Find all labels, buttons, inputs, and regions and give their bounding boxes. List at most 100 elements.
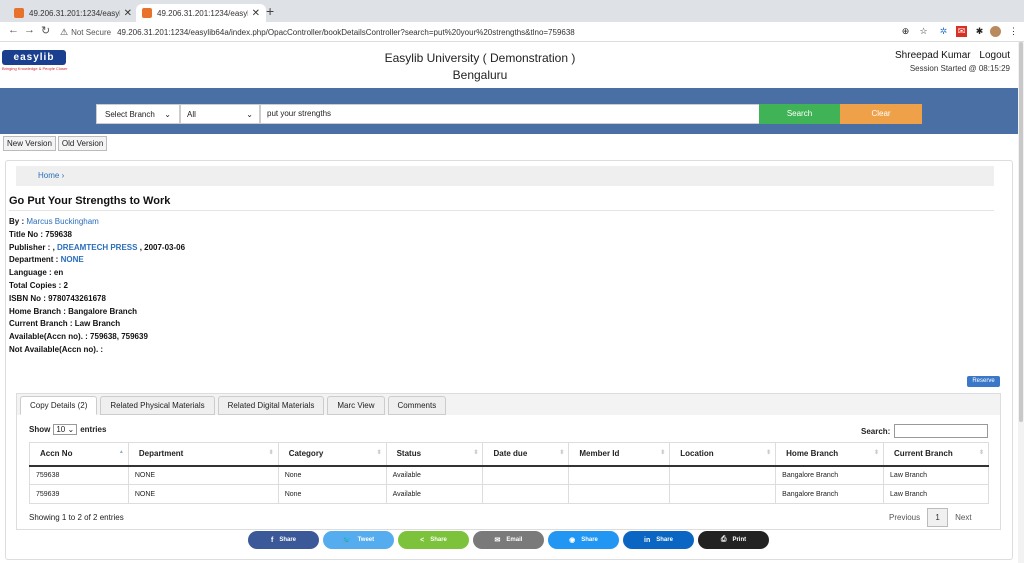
extension-gear-icon[interactable]: ✲ (938, 26, 949, 37)
cell-location (669, 465, 777, 485)
column-category[interactable]: Category (277, 442, 387, 467)
close-icon[interactable]: ✕ (124, 8, 132, 19)
cell-accn-no: 759639 (29, 484, 129, 504)
tab-comments[interactable]: Comments (387, 396, 447, 415)
page-scrollbar[interactable] (1018, 42, 1024, 563)
table-row: 759638 NONE None Available Bangalore Bra… (29, 465, 989, 485)
tab-marc-view[interactable]: Marc View (327, 396, 385, 415)
search-input[interactable]: put your strengths (260, 104, 760, 124)
entries-length: Show 10 ⌄ entries (29, 424, 106, 435)
tab-copy-details[interactable]: Copy Details (2) (20, 396, 98, 415)
column-current-branch[interactable]: Current Branch (883, 442, 989, 467)
session-started: Session Started @ 08:15:29 (909, 64, 1010, 73)
department-label: Department : (9, 255, 59, 265)
publisher-label: Publisher : (9, 242, 51, 252)
column-department[interactable]: Department (127, 442, 279, 467)
column-accn-no[interactable]: Accn No (29, 442, 129, 467)
cell-department: NONE (127, 484, 279, 504)
site-header: easylib Bringing Knowledge & People Clos… (0, 42, 1024, 88)
browser-tab-strip: 49.206.31.201:1234/easylib64a/ ✕ 49.206.… (0, 0, 1024, 22)
page-button[interactable]: 1 (927, 508, 949, 527)
zoom-icon[interactable]: ⊕ (900, 26, 911, 37)
cell-date-due (482, 465, 570, 485)
available-accn: Available(Accn no). : 759638, 759639 (9, 332, 148, 342)
share-label: Email (506, 537, 523, 543)
language: Language : en (9, 268, 64, 278)
close-icon[interactable]: ✕ (252, 8, 260, 19)
browser-tab-active[interactable]: 49.206.31.201:1234/easylib64a/ ✕ (136, 4, 266, 22)
author-link[interactable]: Marcus Buckingham (26, 217, 98, 226)
new-tab-icon[interactable]: + (266, 3, 274, 19)
back-icon[interactable]: ← (8, 24, 19, 36)
print-icon: ⎙ (720, 536, 727, 543)
linkedin-share-button[interactable]: in Share (623, 531, 694, 549)
new-version-button[interactable]: New Version (3, 136, 56, 151)
user-panel: Shreepad Kumar Logout Session Started @ … (889, 50, 1010, 73)
reserve-button[interactable]: Reserve (967, 376, 1000, 387)
entries-label: entries (80, 425, 107, 434)
facebook-share-button[interactable]: f Share (248, 531, 319, 549)
menu-dots-icon[interactable]: ⋮ (1008, 26, 1019, 37)
share-bar: f Share 🐦 Tweet < Share ✉ Email ◉ Share in Sha… (248, 531, 769, 549)
table-search-input[interactable] (894, 424, 989, 438)
user-name[interactable]: Shreepad Kumar (895, 50, 971, 61)
extensions-puzzle-icon[interactable]: ✱ (974, 26, 985, 37)
table-info: Showing 1 to 2 of 2 entries (29, 513, 124, 522)
previous-button[interactable]: Previous (889, 513, 920, 522)
publisher-link[interactable]: DREAMTECH PRESS (57, 243, 137, 252)
share-label: Share (430, 537, 447, 543)
column-member-id[interactable]: Member Id (568, 442, 671, 467)
next-button[interactable]: Next (955, 513, 971, 522)
logout-link[interactable]: Logout (979, 50, 1010, 61)
cell-status: Available (385, 484, 484, 504)
cell-home-branch: Bangalore Branch (775, 465, 885, 485)
reload-icon[interactable]: ↻ (41, 24, 50, 37)
table-search: Search: (861, 424, 989, 438)
easylib-logo[interactable]: easylib Bringing Knowledge & People Clos… (2, 50, 68, 72)
old-version-button[interactable]: Old Version (57, 136, 108, 151)
scrollbar-thumb[interactable] (1019, 42, 1023, 422)
favicon-icon (14, 8, 24, 18)
clear-button[interactable]: Clear (840, 104, 922, 124)
field-select[interactable]: All ⌄ (180, 104, 260, 124)
search-button[interactable]: Search (759, 104, 840, 124)
url-field[interactable]: ⚠ Not Secure 49.206.31.201:1234/easylib6… (60, 25, 900, 39)
tab-related-physical[interactable]: Related Physical Materials (100, 396, 215, 415)
column-date-due[interactable]: Date due (482, 442, 570, 467)
email-share-button[interactable]: ✉ Email (473, 531, 544, 549)
favicon-icon (142, 8, 152, 18)
bookmark-star-icon[interactable]: ☆ (918, 26, 929, 37)
print-button[interactable]: ⎙ Print (698, 531, 769, 549)
forward-icon[interactable]: → (24, 24, 35, 36)
messenger-share-button[interactable]: ◉ Share (548, 531, 619, 549)
column-location[interactable]: Location (669, 442, 777, 467)
branch-select[interactable]: Select Branch ⌄ (96, 104, 180, 124)
generic-share-button[interactable]: < Share (398, 531, 469, 549)
browser-tab[interactable]: 49.206.31.201:1234/easylib64a/ ✕ (8, 4, 138, 22)
chevron-down-icon: ⌄ (246, 109, 253, 119)
address-bar: ← → ↻ ⚠ Not Secure 49.206.31.201:1234/ea… (0, 22, 1024, 42)
entries-select[interactable]: 10 ⌄ (53, 424, 78, 435)
facebook-icon: f (270, 536, 274, 544)
cell-member-id (568, 484, 671, 504)
total-copies: Total Copies : 2 (9, 280, 68, 290)
twitter-tweet-button[interactable]: 🐦 Tweet (323, 531, 394, 549)
cell-home-branch: Bangalore Branch (775, 484, 885, 504)
cell-category: None (277, 465, 387, 485)
tab-title: 49.206.31.201:1234/easylib64a/ (157, 8, 248, 18)
column-home-branch[interactable]: Home Branch (775, 442, 885, 467)
detail-tabs: Copy Details (2) Related Physical Materi… (20, 396, 449, 415)
department-link[interactable]: NONE (61, 255, 84, 264)
column-status[interactable]: Status (385, 442, 484, 467)
breadcrumb-home[interactable]: Home › (38, 171, 64, 180)
cell-department: NONE (127, 465, 279, 485)
show-label: Show (29, 425, 51, 434)
table-row: 759639 NONE None Available Bangalore Bra… (29, 484, 989, 504)
university-city: Bengaluru (452, 68, 508, 82)
extension-mail-icon[interactable]: ✉ (956, 26, 967, 37)
messenger-icon: ◉ (569, 537, 576, 544)
logo-text: easylib (2, 50, 66, 65)
cell-status: Available (385, 465, 484, 485)
tab-related-digital[interactable]: Related Digital Materials (217, 396, 325, 415)
profile-avatar-icon[interactable] (990, 26, 1001, 37)
